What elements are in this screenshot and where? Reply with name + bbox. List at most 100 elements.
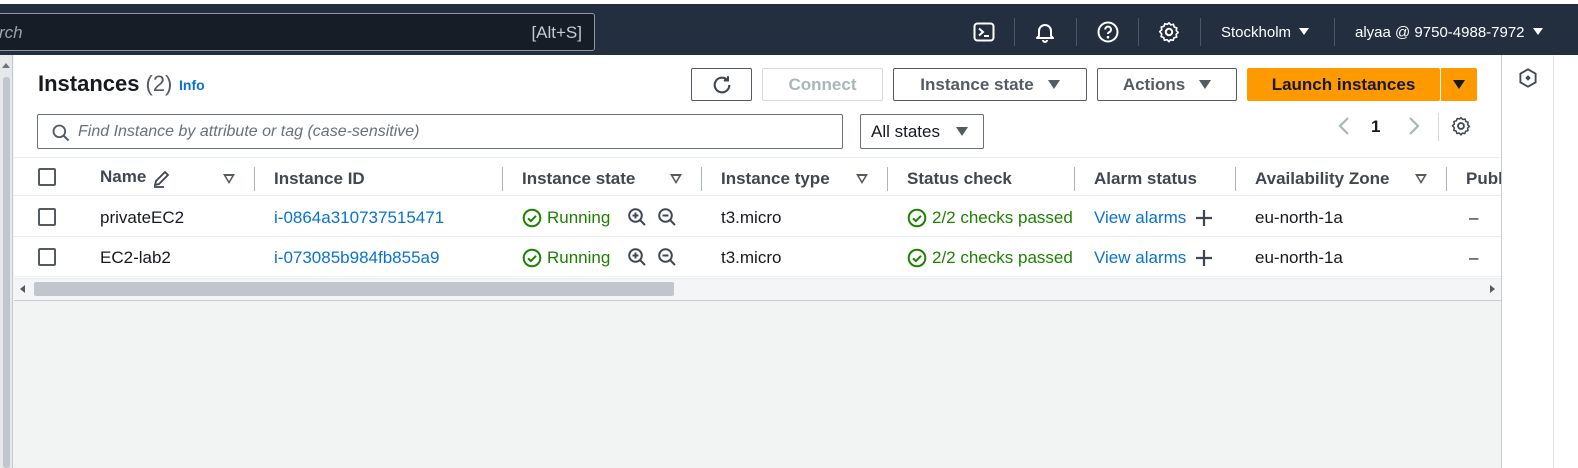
- running-check-circle-icon: [522, 208, 542, 228]
- table-row[interactable]: privateEC2 i-0864a310737515471 Running t…: [14, 197, 1501, 237]
- instance-state-value: Running: [547, 208, 611, 227]
- view-alarms-link[interactable]: View alarms: [1094, 208, 1186, 228]
- actions-label: Actions: [1122, 74, 1186, 94]
- search-placeholder: rch: [0, 23, 23, 42]
- current-page-number[interactable]: 1: [1371, 117, 1380, 137]
- column-header-availability-zone[interactable]: Availability Zone: [1255, 169, 1389, 189]
- instance-count: (2): [145, 71, 173, 96]
- table-row[interactable]: EC2-lab2 i-073085b984fb855a9 Running t3.…: [14, 237, 1501, 277]
- account-label: alyaa @ 9750-4988-7972: [1355, 24, 1525, 41]
- public-ip-value: –: [1469, 248, 1479, 267]
- table-preferences-gear-icon[interactable]: [1450, 115, 1472, 137]
- zoom-in-icon[interactable]: [627, 207, 647, 227]
- zoom-out-icon[interactable]: [657, 207, 677, 227]
- help-icon[interactable]: [1096, 20, 1120, 44]
- instance-type-value: t3.micro: [721, 248, 782, 267]
- instance-id-link[interactable]: i-073085b984fb855a9: [274, 248, 439, 268]
- sort-icon[interactable]: [1415, 174, 1427, 184]
- instance-name: privateEC2: [100, 208, 185, 227]
- column-resizer[interactable]: [1235, 167, 1236, 191]
- sort-icon[interactable]: [856, 174, 868, 184]
- search-icon: [52, 124, 70, 142]
- info-link[interactable]: Info: [179, 77, 205, 93]
- add-alarm-plus-icon[interactable]: [1194, 208, 1214, 228]
- top-navigation-bar: rch [Alt+S] Stockholm alyaa @ 9750-4988-…: [0, 0, 1578, 55]
- next-page-icon[interactable]: [1403, 115, 1423, 137]
- divider: [1334, 18, 1335, 46]
- column-header-alarm-status[interactable]: Alarm status: [1094, 169, 1197, 189]
- edit-pencil-icon[interactable]: [152, 168, 172, 188]
- instance-filter-input[interactable]: Find Instance by attribute or tag (case-…: [37, 114, 843, 149]
- scroll-up-arrow-icon[interactable]: [2, 63, 10, 68]
- instance-state-value: Running: [547, 248, 611, 267]
- chevron-down-icon: [1299, 28, 1310, 35]
- search-shortcut-hint: [Alt+S]: [531, 23, 582, 42]
- instance-state-label: Instance state: [920, 74, 1034, 94]
- column-header-name[interactable]: Name: [100, 167, 146, 187]
- global-search-input[interactable]: rch [Alt+S]: [0, 13, 595, 51]
- column-resizer[interactable]: [1074, 167, 1075, 191]
- status-check-value: 2/2 checks passed: [932, 248, 1073, 267]
- page-title: Instances (2): [38, 71, 173, 96]
- filter-placeholder: Find Instance by attribute or tag (case-…: [78, 123, 420, 140]
- availability-zone-value: eu-north-1a: [1255, 208, 1343, 227]
- region-selector[interactable]: Stockholm: [1221, 24, 1310, 41]
- caret-down-icon: [1452, 80, 1465, 89]
- column-header-instance-type[interactable]: Instance type: [721, 169, 830, 189]
- previous-page-icon[interactable]: [1335, 115, 1355, 137]
- page-edge: [1553, 55, 1578, 468]
- cloudshell-icon[interactable]: [972, 20, 996, 44]
- caret-down-icon: [1047, 80, 1060, 89]
- zoom-out-icon[interactable]: [657, 247, 677, 267]
- column-header-instance-state[interactable]: Instance state: [522, 169, 635, 189]
- column-resizer[interactable]: [502, 167, 503, 191]
- column-resizer[interactable]: [887, 167, 888, 191]
- scroll-left-arrow-icon[interactable]: [20, 285, 25, 293]
- public-ip-value: –: [1469, 208, 1479, 227]
- instance-name: EC2-lab2: [100, 248, 171, 267]
- view-alarms-link[interactable]: View alarms: [1094, 248, 1186, 268]
- divider: [1200, 18, 1201, 46]
- scrollbar-thumb[interactable]: [34, 282, 674, 296]
- column-resizer[interactable]: [701, 167, 702, 191]
- caret-down-icon: [1199, 80, 1212, 89]
- chevron-down-icon: [1532, 28, 1543, 35]
- scroll-right-arrow-icon[interactable]: [1490, 285, 1495, 293]
- state-filter-select[interactable]: All states: [860, 114, 984, 149]
- select-all-checkbox[interactable]: [38, 168, 56, 186]
- column-resizer[interactable]: [1446, 167, 1447, 191]
- add-alarm-plus-icon[interactable]: [1194, 248, 1214, 268]
- connect-button[interactable]: Connect: [762, 68, 883, 101]
- refresh-icon: [713, 75, 730, 93]
- column-header-public[interactable]: Publ: [1466, 169, 1503, 189]
- instance-type-value: t3.micro: [721, 208, 782, 227]
- vertical-scrollbar[interactable]: [0, 55, 13, 468]
- table-header: Name Instance ID Instance state Instance…: [14, 157, 1503, 196]
- status-check-circle-icon: [907, 248, 927, 268]
- panel-hexagon-icon[interactable]: [1517, 67, 1539, 89]
- column-header-status-check[interactable]: Status check: [907, 169, 1012, 189]
- sort-icon[interactable]: [670, 174, 682, 184]
- actions-dropdown[interactable]: Actions: [1097, 68, 1237, 101]
- running-check-circle-icon: [522, 248, 542, 268]
- instance-id-link[interactable]: i-0864a310737515471: [274, 208, 444, 228]
- horizontal-scrollbar[interactable]: [14, 278, 1501, 300]
- divider: [1014, 18, 1015, 46]
- notifications-bell-icon[interactable]: [1033, 20, 1057, 44]
- row-select-checkbox[interactable]: [38, 208, 56, 226]
- launch-instances-button[interactable]: Launch instances: [1247, 68, 1440, 101]
- refresh-button[interactable]: [691, 68, 752, 101]
- settings-gear-icon[interactable]: [1157, 20, 1181, 44]
- scrollbar-thumb[interactable]: [3, 77, 10, 468]
- zoom-in-icon[interactable]: [627, 247, 647, 267]
- account-menu[interactable]: alyaa @ 9750-4988-7972: [1355, 24, 1543, 41]
- state-filter-value: All states: [871, 121, 940, 141]
- instance-state-dropdown[interactable]: Instance state: [893, 68, 1087, 101]
- availability-zone-value: eu-north-1a: [1255, 248, 1343, 267]
- column-resizer[interactable]: [254, 167, 255, 191]
- sort-icon[interactable]: [223, 174, 235, 184]
- launch-instances-split-dropdown[interactable]: [1440, 68, 1477, 101]
- caret-down-icon: [955, 127, 968, 136]
- row-select-checkbox[interactable]: [38, 248, 56, 266]
- column-header-instance-id[interactable]: Instance ID: [274, 169, 365, 189]
